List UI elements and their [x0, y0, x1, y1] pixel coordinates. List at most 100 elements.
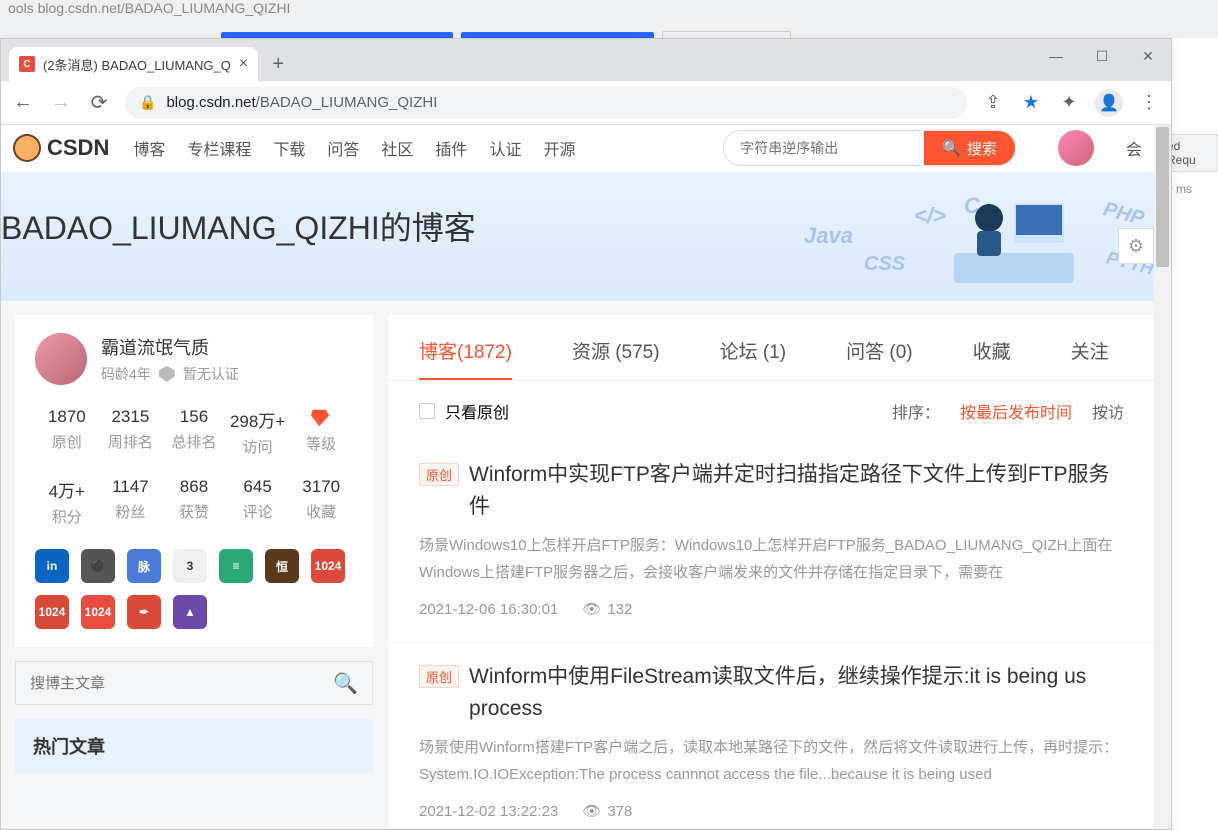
browser-tab[interactable]: C (2条消息) BADAO_LIUMANG_Q × [9, 47, 258, 81]
nav-link-6[interactable]: 认证 [489, 136, 521, 160]
achievement-badge[interactable]: 1024 [311, 549, 345, 583]
achievement-badge[interactable]: ✒ [127, 595, 161, 629]
nav-link-7[interactable]: 开源 [543, 136, 575, 160]
site-nav: CSDN 博客专栏课程下载问答社区插件认证开源 🔍搜索 会 [1, 125, 1154, 173]
site-search-button[interactable]: 🔍搜索 [924, 130, 1015, 166]
stat-item[interactable]: 4万+积分 [35, 477, 99, 527]
article-title[interactable]: Winform中实现FTP客户端并定时扫描指定路径下文件上传到FTP服务件 [469, 459, 1124, 522]
content-tab[interactable]: 收藏 [973, 337, 1011, 380]
article-date: 2021-12-02 13:22:23 [419, 803, 558, 820]
nav-link-1[interactable]: 专栏课程 [187, 136, 251, 160]
content-tab[interactable]: 问答 (0) [846, 337, 913, 380]
sort-label: 排序： [892, 399, 940, 423]
close-tab-icon[interactable]: × [239, 55, 248, 73]
nav-link-5[interactable]: 插件 [435, 136, 467, 160]
csdn-logo[interactable]: CSDN [13, 134, 109, 162]
url-text: blog.csdn.net/BADAO_LIUMANG_QIZHI [166, 94, 437, 111]
achievement-badge[interactable]: 脉 [127, 549, 161, 583]
minimize-icon[interactable]: ― [1033, 39, 1079, 73]
stat-item[interactable]: 298万+访问 [226, 407, 290, 457]
achievement-badge[interactable]: 恒 [265, 549, 299, 583]
stat-item[interactable]: 1870原创 [35, 407, 99, 457]
user-avatar[interactable] [1058, 130, 1094, 166]
content-tab[interactable]: 资源 (575) [572, 337, 660, 380]
only-original-label: 只看原创 [445, 399, 509, 423]
site-search: 🔍搜索 [723, 130, 1016, 166]
article-item[interactable]: 原创 Winform中实现FTP客户端并定时扫描指定路径下文件上传到FTP服务件场… [389, 441, 1154, 643]
nav-link-3[interactable]: 问答 [327, 136, 359, 160]
stat-item[interactable]: 2315周排名 [99, 407, 163, 457]
back-icon[interactable]: ← [11, 91, 35, 114]
content-tab[interactable]: 论坛 (1) [720, 337, 787, 380]
lock-icon: 🔒 [139, 94, 156, 111]
profile-card: 霸道流氓气质 码龄4年 暂无认证 1870原创2315周排名156总排名298万… [15, 315, 373, 647]
eye-icon: 👁 [582, 802, 601, 820]
browser-toolbar: ← → ⟳ 🔒 blog.csdn.net/BADAO_LIUMANG_QIZH… [1, 81, 1171, 125]
achievement-badge[interactable]: ▲ [173, 595, 207, 629]
article-views: 👁378 [582, 802, 632, 820]
original-tag: 原创 [419, 463, 459, 486]
hero-banner: BADAO_LIUMANG_QIZHI的博客 Java </> CSS C PH… [1, 173, 1154, 301]
original-tag: 原创 [419, 665, 459, 688]
shield-icon [159, 366, 175, 382]
sort-by-views[interactable]: 按访 [1092, 399, 1124, 423]
extensions-icon[interactable]: ✦ [1057, 92, 1081, 113]
nav-item-truncated[interactable]: 会 [1126, 136, 1142, 160]
article-excerpt: 场景Windows10上怎样开启FTP服务：Windows10上怎样开启FTP服… [419, 532, 1124, 586]
achievement-badge[interactable]: in [35, 549, 69, 583]
hero-illustration: Java </> CSS C PHP PYTH [804, 183, 1124, 293]
content-tab[interactable]: 博客(1872) [419, 337, 512, 380]
blog-search-card: 🔍 [15, 661, 373, 705]
tab-strip: C (2条消息) BADAO_LIUMANG_Q × + ― ☐ ✕ [1, 39, 1171, 81]
settings-gear-icon[interactable]: ⚙ [1118, 228, 1154, 264]
article-title[interactable]: Winform中使用FileStream读取文件后，继续操作提示:it is b… [469, 661, 1124, 724]
reload-icon[interactable]: ⟳ [87, 90, 111, 115]
site-search-input[interactable] [724, 140, 924, 156]
achievement-badge[interactable]: ≡ [219, 549, 253, 583]
nav-link-4[interactable]: 社区 [381, 136, 413, 160]
article-item[interactable]: 原创 Winform中使用FileStream读取文件后，继续操作提示:it is… [389, 643, 1154, 829]
monkey-icon [13, 134, 41, 162]
cert-status: 暂无认证 [183, 364, 239, 384]
page-content: CSDN 博客专栏课程下载问答社区插件认证开源 🔍搜索 会 BADAO_LIUM… [1, 125, 1154, 829]
bookmark-star-icon[interactable]: ★ [1019, 92, 1043, 113]
stat-item[interactable]: 1147粉丝 [99, 477, 163, 527]
article-views: 👁132 [582, 600, 632, 618]
profile-name: 霸道流氓气质 [101, 334, 239, 360]
stat-item[interactable]: 3170收藏 [289, 477, 353, 527]
stat-item[interactable]: 868获赞 [162, 477, 226, 527]
share-icon[interactable]: ⇪ [981, 92, 1005, 113]
achievement-badge[interactable]: 3 [173, 549, 207, 583]
new-tab-button[interactable]: + [264, 50, 292, 78]
blog-search-input[interactable] [30, 675, 333, 692]
achievement-badge[interactable]: 1024 [35, 595, 69, 629]
scrollbar[interactable] [1154, 125, 1171, 829]
sort-by-publish-time[interactable]: 按最后发布时间 [960, 399, 1072, 423]
profile-avatar[interactable] [35, 333, 87, 385]
search-icon: 🔍 [942, 139, 961, 157]
address-bar[interactable]: 🔒 blog.csdn.net/BADAO_LIUMANG_QIZHI [125, 87, 967, 119]
nav-link-0[interactable]: 博客 [133, 125, 165, 160]
hot-articles-header: 热门文章 [15, 719, 373, 773]
browser-window: C (2条消息) BADAO_LIUMANG_Q × + ― ☐ ✕ ← → ⟳… [0, 38, 1172, 830]
achievement-badge[interactable]: ⚫ [81, 549, 115, 583]
tab-title: (2条消息) BADAO_LIUMANG_Q [43, 55, 231, 74]
maximize-icon[interactable]: ☐ [1079, 39, 1125, 73]
search-icon[interactable]: 🔍 [333, 671, 358, 696]
only-original-checkbox[interactable] [419, 403, 435, 419]
menu-icon[interactable]: ⋮ [1137, 92, 1161, 113]
stat-item[interactable]: 156总排名 [162, 407, 226, 457]
code-age: 码龄4年 [101, 364, 151, 384]
close-window-icon[interactable]: ✕ [1125, 39, 1171, 73]
content-tab[interactable]: 关注 [1071, 337, 1109, 380]
stat-item[interactable]: 645评论 [226, 477, 290, 527]
nav-link-2[interactable]: 下载 [273, 136, 305, 160]
filter-row: 只看原创 排序： 按最后发布时间 按访 [389, 381, 1154, 441]
scrollbar-thumb[interactable] [1156, 127, 1169, 267]
achievement-badge[interactable]: 1024 [81, 595, 115, 629]
content-column: 博客(1872) 资源 (575) 论坛 (1) 问答 (0) 收藏 关注 只看原创 排序… [389, 315, 1154, 829]
stat-item[interactable]: 等级 [289, 407, 353, 457]
article-date: 2021-12-06 16:30:01 [419, 601, 558, 618]
profile-icon[interactable]: 👤 [1095, 89, 1123, 117]
eye-icon: 👁 [582, 600, 601, 618]
